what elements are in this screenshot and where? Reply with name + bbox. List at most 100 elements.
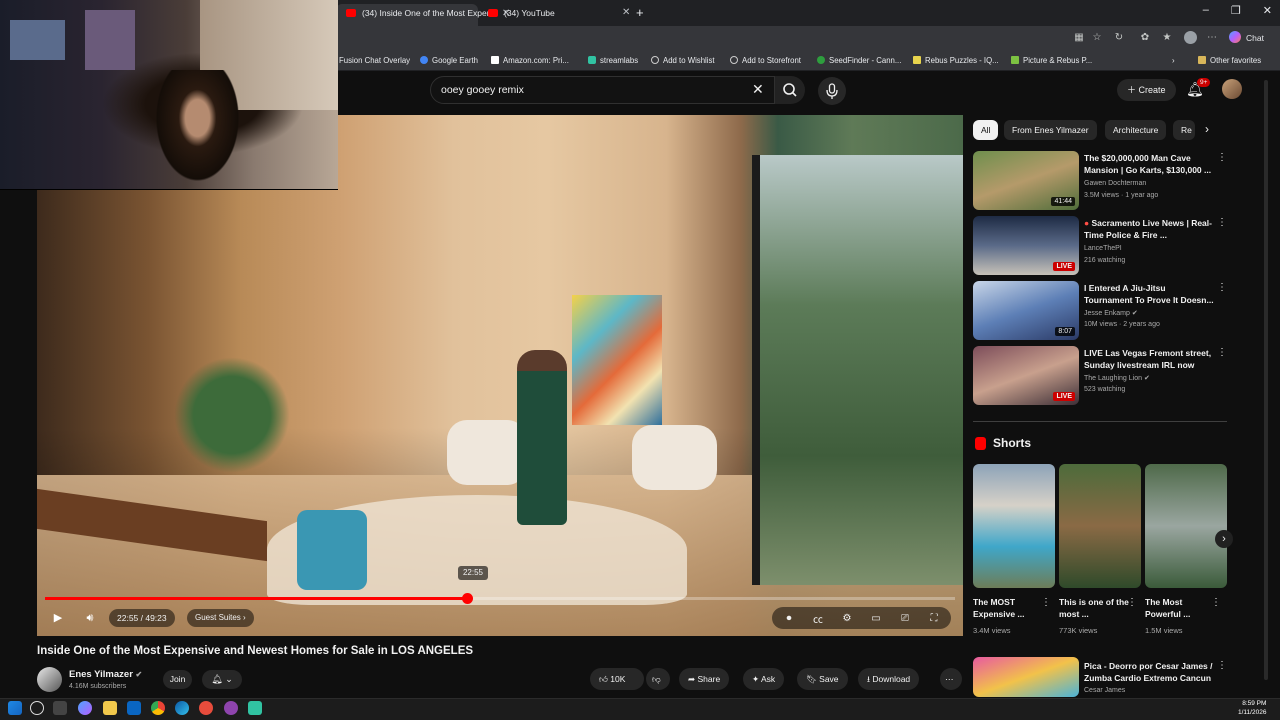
search-button[interactable] — [775, 76, 805, 104]
rec-thumbnail[interactable]: LIVE — [973, 346, 1079, 405]
save-button[interactable]: 🔖︎ Save — [797, 668, 848, 690]
close-window-icon[interactable]: ✕ — [1263, 4, 1272, 17]
create-button[interactable]: ＋ Create — [1117, 79, 1176, 101]
bookmark-item[interactable]: Amazon.com: Pri... — [491, 56, 569, 65]
cast-icon[interactable]: ⎚ — [894, 613, 916, 624]
settings-gear-icon[interactable]: ⚙ — [836, 613, 858, 624]
rec-channel[interactable]: LanceThePI — [1084, 245, 1122, 252]
chip-from-channel[interactable]: From Enes Yilmazer — [1004, 120, 1097, 140]
fullscreen-icon[interactable]: ⛶ — [923, 613, 945, 624]
short-thumbnail[interactable] — [1059, 464, 1141, 588]
rec-title[interactable]: I Entered A Jiu-Jitsu Tournament To Prov… — [1084, 282, 1214, 306]
video-player[interactable]: 22:55 ▶ 🔊︎ 22:55 / 49:23 Guest Suites › … — [37, 115, 963, 636]
chip-all[interactable]: All — [973, 120, 999, 140]
bookmark-item[interactable]: Google Earth — [420, 56, 478, 65]
chip-more[interactable]: Re — [1173, 120, 1195, 140]
bookmark-star-icon[interactable]: ☆ — [1091, 32, 1103, 44]
more-menu-icon[interactable]: ⋯ — [1206, 32, 1218, 44]
short-title[interactable]: The MOST Expensive ... — [973, 596, 1045, 620]
autoplay-toggle-icon[interactable]: ⏺ — [778, 613, 800, 624]
chrome-icon[interactable] — [151, 701, 165, 715]
download-button[interactable]: ⭳ Download — [858, 668, 920, 690]
rec-channel[interactable]: The Laughing Lion ✔ — [1084, 374, 1150, 382]
more-options-icon[interactable]: ⋮ — [1211, 597, 1221, 608]
chips-next-chevron-icon[interactable]: › — [1205, 122, 1209, 136]
rec-title[interactable]: LIVE Las Vegas Fremont street, Sunday li… — [1084, 347, 1214, 371]
miniplayer-icon[interactable]: ▭ — [865, 613, 887, 624]
join-button[interactable]: Join — [163, 670, 192, 689]
subscription-bell-button[interactable]: 🔔︎ ⌄ — [202, 670, 242, 689]
new-tab-button[interactable]: + — [636, 5, 644, 20]
task-view-icon[interactable] — [53, 701, 67, 715]
bookmark-item[interactable]: Add to Wishlist — [651, 56, 715, 65]
rec-channel[interactable]: Cesar James — [1084, 687, 1125, 694]
profile-icon[interactable] — [1184, 31, 1197, 44]
screen-share-icon[interactable]: ▦ — [1073, 32, 1085, 44]
short-title[interactable]: This is one of the most ... — [1059, 596, 1131, 620]
play-icon[interactable]: ▶ — [47, 608, 69, 628]
channel-avatar[interactable] — [37, 667, 62, 692]
captions-icon[interactable]: ㏄ — [807, 611, 829, 626]
voice-search-button[interactable] — [818, 77, 846, 105]
user-avatar[interactable] — [1222, 79, 1242, 99]
refresh-icon[interactable]: ↻ — [1113, 32, 1125, 44]
windows-start-icon[interactable] — [8, 701, 22, 715]
bookmark-item[interactable]: Add to Storefront — [730, 56, 801, 65]
bookmark-item[interactable]: Fusion Chat Overlay — [339, 56, 410, 65]
bookmark-item[interactable]: Picture & Rebus P... — [1011, 56, 1092, 65]
ask-button[interactable]: ✦ Ask — [743, 668, 785, 690]
more-options-icon[interactable]: ⋮ — [1217, 347, 1227, 358]
short-thumbnail[interactable] — [973, 464, 1055, 588]
bookmark-item[interactable]: Rebus Puzzles - IQ... — [913, 56, 999, 65]
copilot-app-icon[interactable] — [78, 701, 92, 715]
rec-title[interactable]: Pica - Deorro por Cesar James / Zumba Ca… — [1084, 660, 1214, 684]
clear-search-icon[interactable]: ✕ — [752, 81, 764, 98]
rec-title[interactable]: ● Sacramento Live News | Real-Time Polic… — [1084, 217, 1214, 241]
rec-channel[interactable]: Jesse Enkamp ✔ — [1084, 309, 1138, 317]
more-options-icon[interactable]: ⋮ — [1217, 660, 1227, 671]
rec-thumbnail[interactable]: 8:07 — [973, 281, 1079, 340]
rec-thumbnail[interactable]: LIVE — [973, 216, 1079, 275]
minimize-icon[interactable]: – — [1203, 4, 1209, 17]
dislike-button[interactable]: 👎︎ — [646, 668, 670, 690]
chip-architecture[interactable]: Architecture — [1105, 120, 1167, 140]
system-clock[interactable]: 8:59 PM 1/11/2026 — [1238, 699, 1266, 717]
extension-icon[interactable]: ✿ — [1139, 32, 1151, 44]
chapter-button[interactable]: Guest Suites › — [187, 609, 254, 627]
search-icon[interactable] — [30, 701, 44, 715]
maximize-icon[interactable]: ❐ — [1231, 4, 1241, 17]
more-options-icon[interactable]: ⋮ — [1217, 282, 1227, 293]
channel-name[interactable]: Enes Yilmazer ✔ — [69, 669, 142, 680]
app-icon[interactable] — [224, 701, 238, 715]
favorites-icon[interactable]: ★ — [1161, 32, 1173, 44]
tab-youtube[interactable]: (34) YouTube ✕ — [478, 4, 630, 26]
short-title[interactable]: The Most Powerful ... — [1145, 596, 1217, 620]
short-thumbnail[interactable] — [1145, 464, 1227, 588]
file-explorer-icon[interactable] — [103, 701, 117, 715]
share-button[interactable]: ➦ Share — [679, 668, 730, 690]
edge-icon[interactable] — [175, 701, 189, 715]
outlook-icon[interactable] — [127, 701, 141, 715]
close-tab-icon[interactable]: ✕ — [622, 4, 630, 22]
app-icon[interactable] — [199, 701, 213, 715]
more-options-icon[interactable]: ⋮ — [1041, 597, 1051, 608]
more-options-icon[interactable]: ⋮ — [1127, 597, 1137, 608]
more-options-icon[interactable]: ⋮ — [1217, 152, 1227, 163]
bookmark-item[interactable]: SeedFinder - Cann... — [817, 56, 901, 65]
rec-channel[interactable]: Gawen Dochterman — [1084, 180, 1146, 187]
other-favorites[interactable]: Other favorites — [1198, 56, 1261, 65]
more-actions-icon[interactable]: ⋯ — [940, 668, 962, 690]
rec-thumbnail[interactable] — [973, 657, 1079, 697]
like-button[interactable]: 👍︎ 10K — [590, 668, 644, 690]
rec-thumbnail[interactable]: 41:44 — [973, 151, 1079, 210]
volume-icon[interactable]: 🔊︎ — [79, 608, 101, 628]
shorts-next-chevron-icon[interactable]: › — [1215, 530, 1233, 548]
search-input[interactable]: ooey gooey remix — [441, 84, 524, 96]
chat-button[interactable]: Chat — [1246, 33, 1264, 43]
chevron-right-icon[interactable]: › — [1172, 56, 1175, 65]
streamlabs-app-icon[interactable] — [248, 701, 262, 715]
page-scrollbar[interactable] — [1264, 80, 1268, 680]
more-options-icon[interactable]: ⋮ — [1217, 217, 1227, 228]
rec-title[interactable]: The $20,000,000 Man Cave Mansion | Go Ka… — [1084, 152, 1214, 176]
tab-video[interactable]: (34) Inside One of the Most Expen ✕ — [336, 4, 510, 26]
